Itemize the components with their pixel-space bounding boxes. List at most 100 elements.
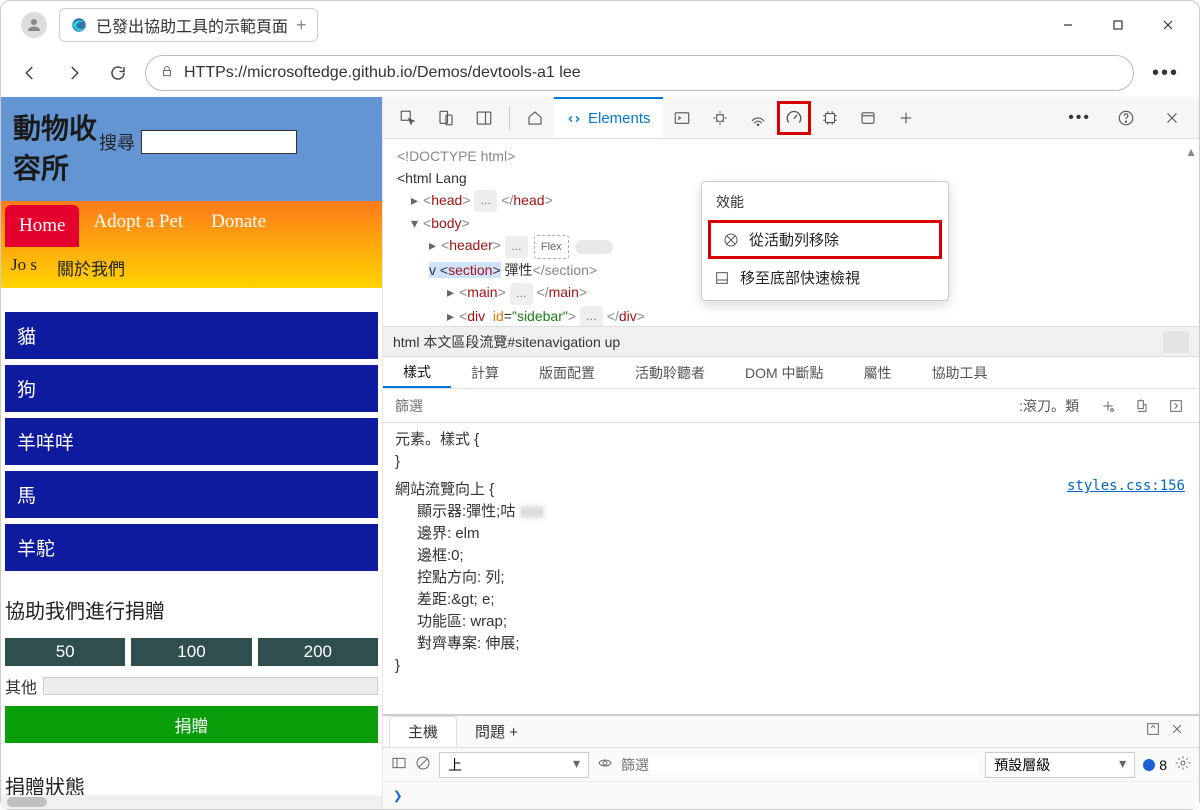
console-prompt[interactable]: ❯ (383, 782, 1199, 809)
list-item[interactable]: 狗 (5, 365, 378, 412)
ctx-move-to-bottom[interactable]: 移至底部快速檢視 (702, 261, 948, 294)
hov-toggle[interactable]: :滾刀。類 (1013, 394, 1085, 418)
refresh-button[interactable] (101, 56, 135, 90)
tab-elements[interactable]: Elements (554, 97, 663, 138)
new-tab-plus[interactable]: + (296, 15, 307, 36)
nav-home[interactable]: Home (5, 205, 79, 247)
ctx-remove-from-activity-bar[interactable]: 從活動列移除 (708, 220, 942, 259)
console-sidebar-toggle-icon[interactable] (391, 755, 407, 774)
donate-submit-button[interactable]: 捐贈 (5, 706, 378, 743)
donate-amount-button[interactable]: 100 (131, 638, 251, 666)
tab-styles[interactable]: 樣式 (383, 357, 451, 388)
dock-side-button[interactable] (467, 101, 501, 135)
toolbar: HTTPs://microsoftedge.github.io/Demos/de… (1, 49, 1199, 97)
page-nav: Home Adopt a Pet Donate Jo s 關於我們 (1, 201, 382, 288)
address-bar[interactable]: HTTPs://microsoftedge.github.io/Demos/de… (145, 55, 1134, 91)
devtools-toolbar: Elements ••• (383, 97, 1199, 139)
sources-tab-button[interactable] (703, 101, 737, 135)
search-input[interactable] (141, 130, 297, 154)
animal-list: 貓 狗 羊咩咩 馬 羊駝 (1, 288, 382, 595)
horizontal-scrollbar[interactable] (1, 795, 382, 809)
tab-accessibility[interactable]: 協助工具 (912, 357, 1008, 388)
nav-donate[interactable]: Donate (197, 201, 280, 247)
css-source-link[interactable]: styles.css:156 (1067, 475, 1185, 497)
tab-event-listeners[interactable]: 活動聆聽者 (615, 357, 725, 388)
url-text: HTTPs://microsoftedge.github.io/Demos/de… (184, 64, 581, 82)
donate-section: 協助我們進行捐贈 50 100 200 其他 捐贈 (1, 595, 382, 763)
dom-breadcrumbs[interactable]: html 本文區段流覽#sitenavigation up (383, 327, 1199, 357)
new-style-rule-button[interactable] (1093, 393, 1123, 419)
nav-adopt[interactable]: Adopt a Pet (79, 201, 197, 247)
window-close-button[interactable] (1145, 9, 1191, 41)
donate-amount-button[interactable]: 200 (258, 638, 378, 666)
devtools-panel: Elements ••• ▲ <!DOCTYPE html> <html Lan… (383, 97, 1199, 809)
help-button[interactable] (1109, 101, 1143, 135)
edge-icon (70, 16, 88, 34)
drawer-expand-icon[interactable] (1145, 721, 1161, 742)
hidden-messages-count[interactable]: 8 (1143, 757, 1167, 773)
tab-properties[interactable]: 屬性 (844, 357, 912, 388)
styles-filter-row: :滾刀。類 (383, 389, 1199, 423)
page-viewport: 動物收容所 搜尋 Home Adopt a Pet Donate Jo s 關於… (1, 97, 383, 809)
tab-dom-breakpoints[interactable]: DOM 中斷點 (725, 357, 844, 388)
tab-layout[interactable]: 版面配置 (519, 357, 615, 388)
drawer-tab-console[interactable]: 主機 (389, 716, 457, 747)
tab-computed[interactable]: 計算 (451, 357, 519, 388)
donate-title: 協助我們進行捐贈 (5, 595, 378, 624)
list-item[interactable]: 貓 (5, 312, 378, 359)
flex-badge[interactable]: Flex (534, 235, 569, 259)
forward-button[interactable] (57, 56, 91, 90)
donate-other-input[interactable] (43, 677, 378, 695)
log-level-select[interactable]: 預設層級 (985, 752, 1135, 778)
dom-doctype: <!DOCTYPE html> (397, 148, 515, 164)
styles-filter-input[interactable] (391, 394, 1009, 418)
network-tab-button[interactable] (741, 101, 775, 135)
window-minimize-button[interactable] (1045, 9, 1091, 41)
more-tabs-button[interactable] (889, 101, 923, 135)
console-settings-icon[interactable] (1175, 755, 1191, 774)
window-maximize-button[interactable] (1095, 9, 1141, 41)
devtools-menu-button[interactable]: ••• (1060, 109, 1099, 127)
devtools-drawer: 主機 問題 + 上 預設層級 8 ❯ (383, 714, 1199, 809)
close-devtools-button[interactable] (1155, 101, 1189, 135)
context-menu: 效能 從活動列移除 移至底部快速檢視 (701, 181, 949, 301)
nav-about[interactable]: 關於我們 (47, 247, 135, 288)
styles-sidebar-tabs: 樣式 計算 版面配置 活動聆聽者 DOM 中斷點 屬性 協助工具 (383, 357, 1199, 389)
drawer-close-icon[interactable] (1169, 721, 1185, 742)
drawer-tab-issues[interactable]: 問題 + (457, 717, 536, 746)
live-expression-icon[interactable] (597, 755, 613, 774)
memory-tab-button[interactable] (813, 101, 847, 135)
page-logo: 動物收容所 (9, 107, 99, 187)
search-label: 搜尋 (99, 129, 135, 155)
dom-html: <html Lang (397, 170, 467, 186)
list-item[interactable]: 羊駝 (5, 524, 378, 571)
console-tab-button[interactable] (665, 101, 699, 135)
tab-title: 已發出協助工具的示範頁面 (96, 13, 288, 37)
list-item[interactable]: 羊咩咩 (5, 418, 378, 465)
inspect-element-button[interactable] (391, 101, 425, 135)
profile-avatar[interactable] (21, 12, 47, 38)
browser-menu-button[interactable]: ••• (1144, 62, 1187, 85)
console-context-select[interactable]: 上 (439, 752, 589, 778)
breadcrumb-resize-handle[interactable] (1163, 331, 1189, 353)
scroll-up-icon[interactable]: ▲ (1185, 141, 1197, 163)
donate-amount-button[interactable]: 50 (5, 638, 125, 666)
elements-tab-label: Elements (588, 110, 651, 127)
welcome-tab-button[interactable] (518, 101, 552, 135)
application-tab-button[interactable] (851, 101, 885, 135)
performance-tab-button[interactable] (777, 101, 811, 135)
window-titlebar: 已發出協助工具的示範頁面 + (1, 1, 1199, 49)
lock-icon (160, 64, 174, 83)
computed-toggle-icon[interactable] (1161, 393, 1191, 419)
list-item[interactable]: 馬 (5, 471, 378, 518)
nav-jos[interactable]: Jo s (1, 247, 47, 288)
css-rule-selector: 元素。樣式 { (395, 429, 1187, 451)
browser-tab[interactable]: 已發出協助工具的示範頁面 + (59, 8, 318, 42)
css-rules-pane[interactable]: 元素。樣式 { } 網站流覽向上 { 顯示器:彈性;咕 邊界: elm 邊框:0… (383, 423, 1199, 714)
console-filter-input[interactable] (621, 757, 977, 773)
clear-console-icon[interactable] (415, 755, 431, 774)
paint-bucket-icon[interactable] (1127, 393, 1157, 419)
back-button[interactable] (13, 56, 47, 90)
device-emulation-button[interactable] (429, 101, 463, 135)
donate-other-label: 其他 (5, 674, 37, 698)
